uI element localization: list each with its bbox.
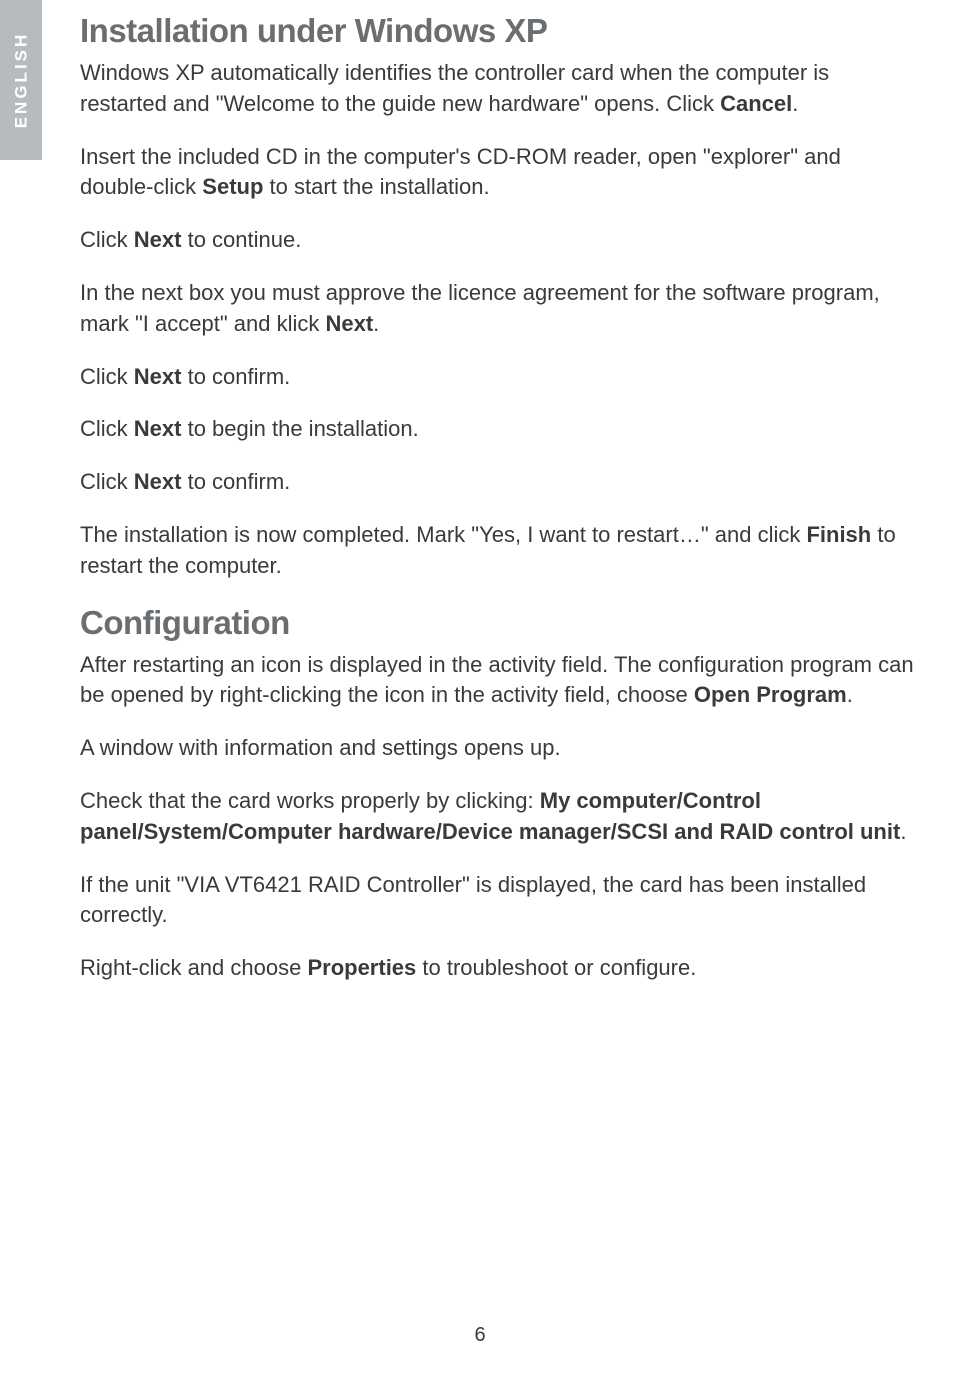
text: to continue. [181,227,301,252]
text: The installation is now completed. Mark … [80,522,806,547]
text: to troubleshoot or configure. [416,955,696,980]
text: . [847,682,853,707]
text: to start the installation. [263,174,489,199]
paragraph-11: Check that the card works properly by cl… [80,786,920,848]
text: Click [80,469,134,494]
paragraph-6: Click Next to begin the installation. [80,414,920,445]
text-bold: Setup [202,174,263,199]
paragraph-5: Click Next to confirm. [80,362,920,393]
text: . [373,311,379,336]
language-tab: ENGLISH [0,0,42,160]
paragraph-3: Click Next to continue. [80,225,920,256]
text-bold: Next [134,469,182,494]
text: . [900,819,906,844]
paragraph-13: Right-click and choose Properties to tro… [80,953,920,984]
heading-installation: Installation under Windows XP [80,12,920,50]
text-bold: Open Program [694,682,847,707]
text-bold: Finish [806,522,871,547]
paragraph-4: In the next box you must approve the lic… [80,278,920,340]
paragraph-12: If the unit "VIA VT6421 RAID Controller"… [80,870,920,932]
paragraph-1: Windows XP automatically identifies the … [80,58,920,120]
text-bold: Cancel [720,91,792,116]
paragraph-7: Click Next to confirm. [80,467,920,498]
text-bold: Next [325,311,373,336]
paragraph-9: After restarting an icon is displayed in… [80,650,920,712]
text: Click [80,227,134,252]
text-bold: Properties [307,955,416,980]
text: Check that the card works properly by cl… [80,788,540,813]
text: to confirm. [181,364,290,389]
heading-configuration: Configuration [80,604,920,642]
language-label: ENGLISH [11,32,31,129]
paragraph-8: The installation is now completed. Mark … [80,520,920,582]
paragraph-2: Insert the included CD in the computer's… [80,142,920,204]
page-number: 6 [0,1324,960,1347]
text: In the next box you must approve the lic… [80,280,880,336]
text-bold: Next [134,416,182,441]
text-bold: Next [134,364,182,389]
paragraph-10: A window with information and settings o… [80,733,920,764]
text: . [792,91,798,116]
text: Right-click and choose [80,955,307,980]
text-bold: Next [134,227,182,252]
text: to begin the installation. [181,416,418,441]
page-content: Installation under Windows XP Windows XP… [80,10,920,1006]
text: Click [80,416,134,441]
text: Windows XP automatically identifies the … [80,60,829,116]
text: Click [80,364,134,389]
text: to confirm. [181,469,290,494]
